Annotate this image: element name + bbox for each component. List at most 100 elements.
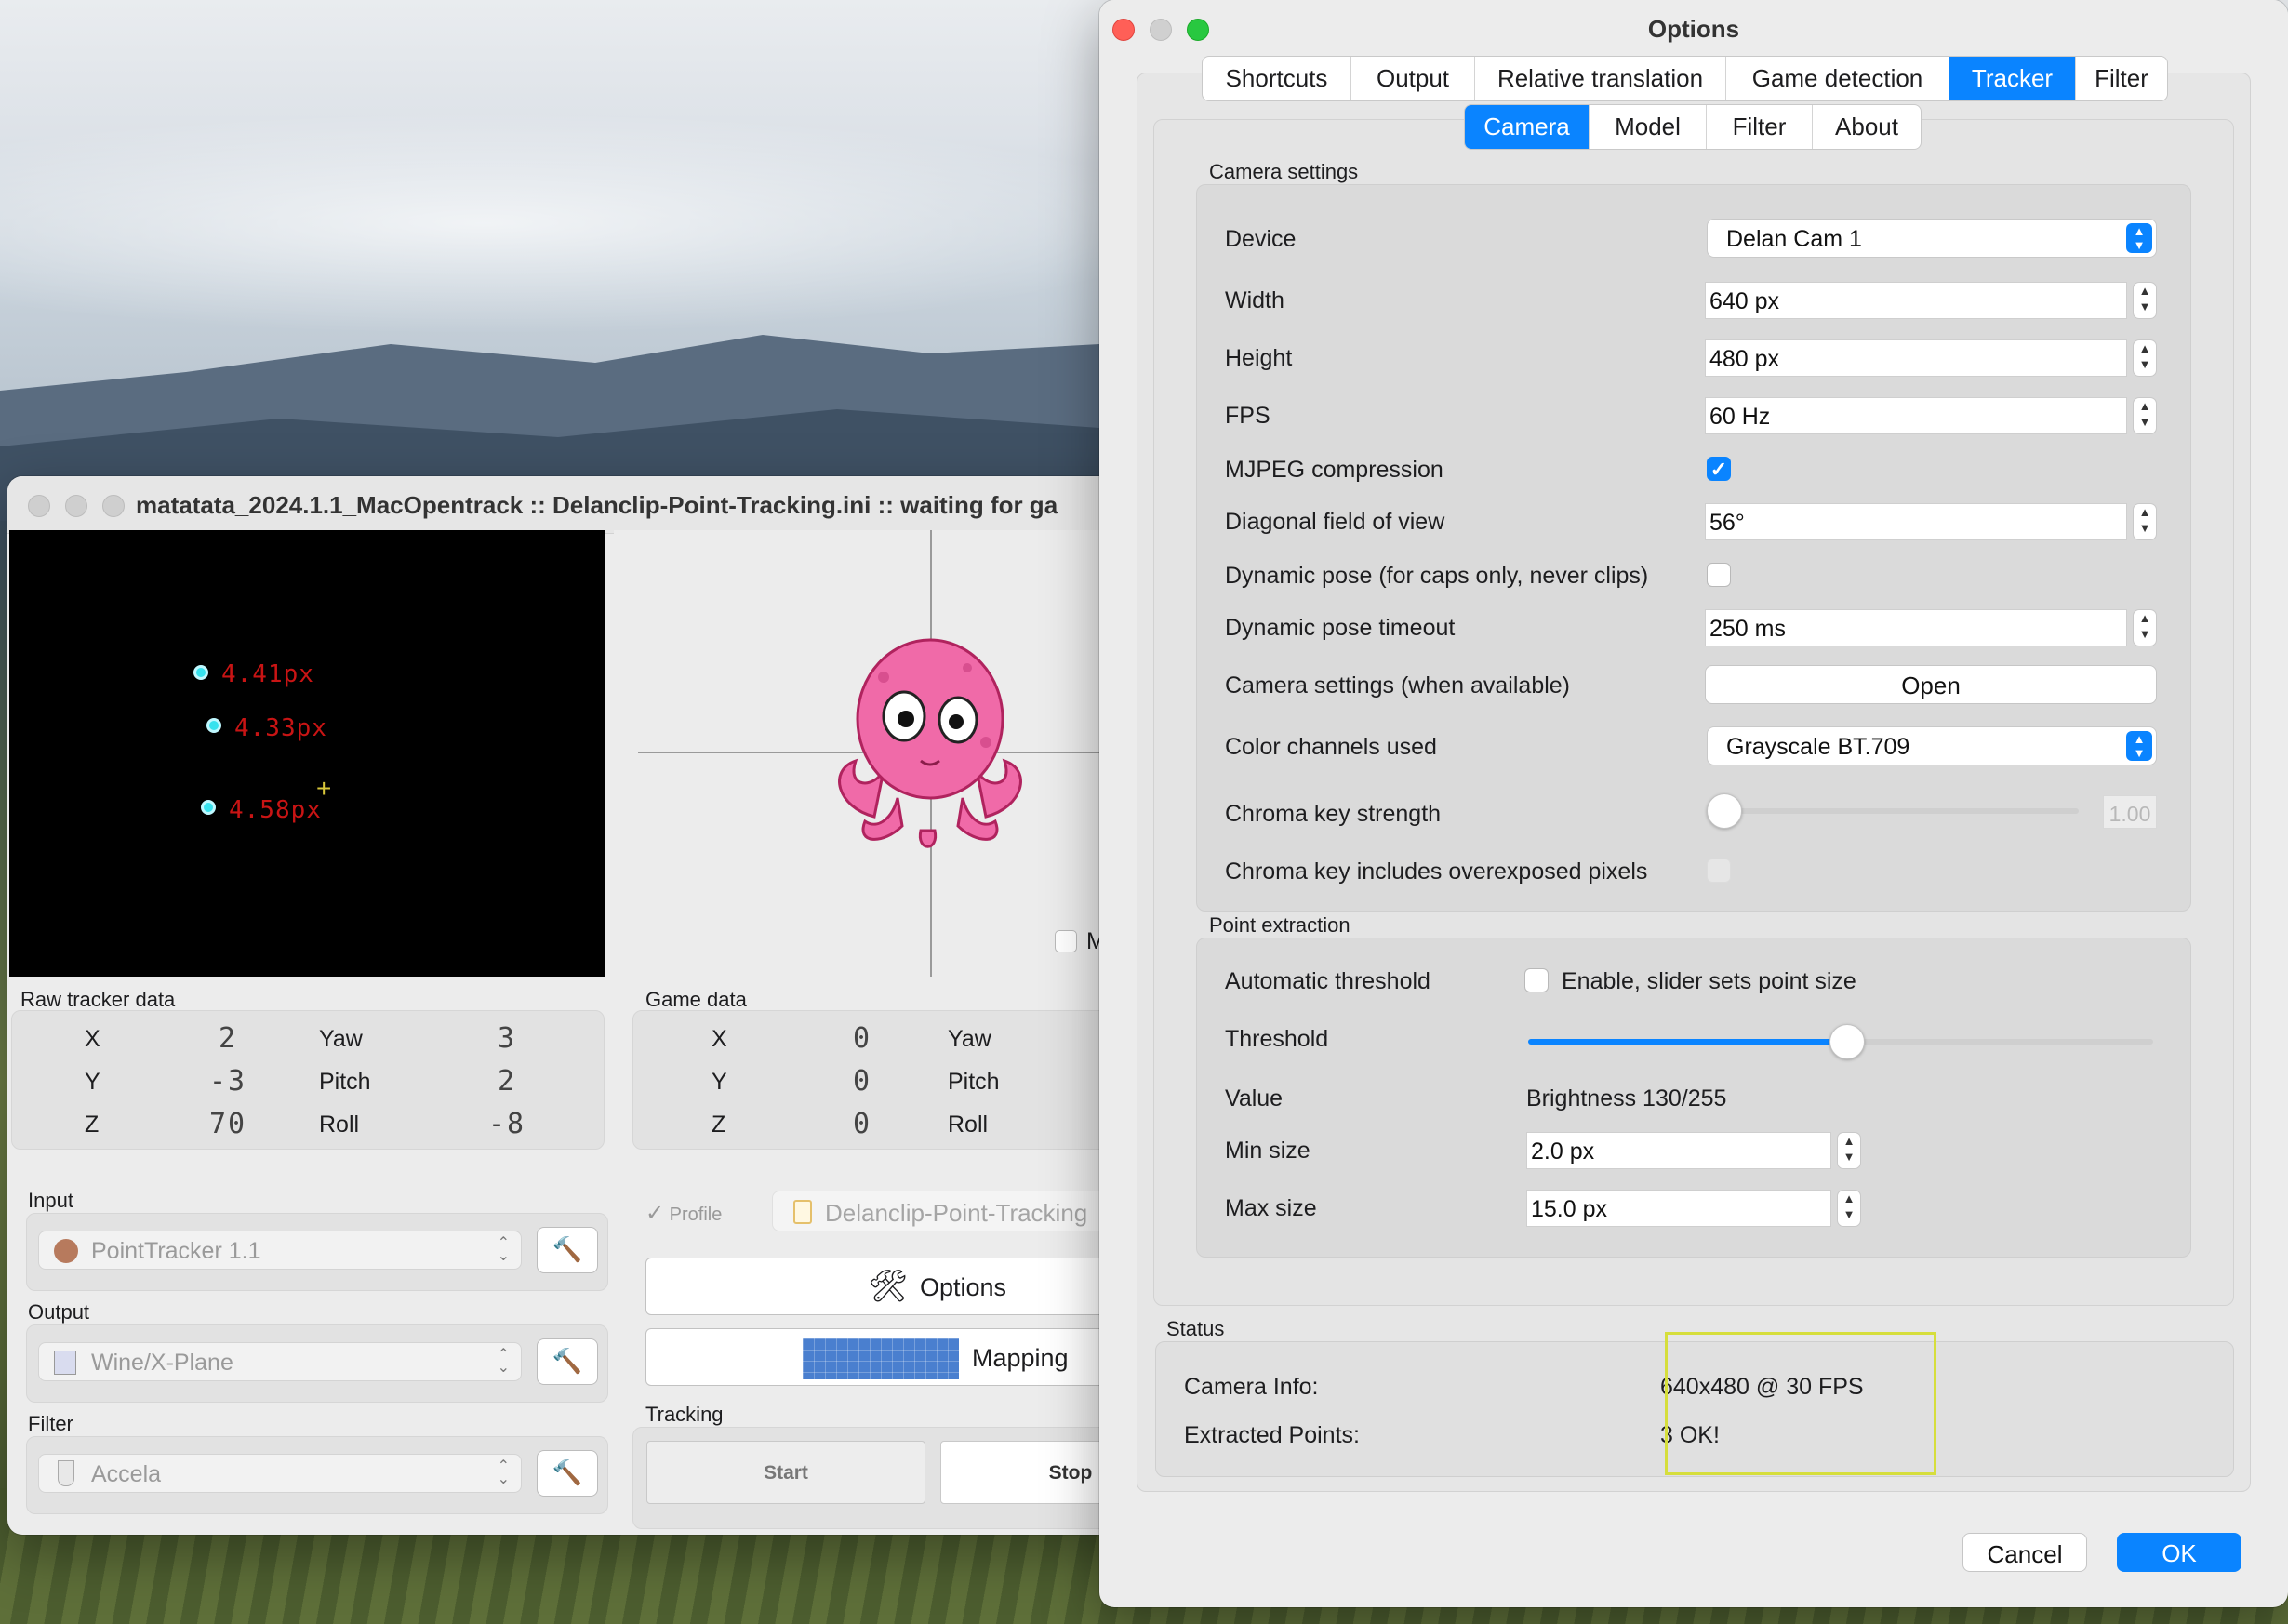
stepper-icon[interactable]: ▲ ▼ [2133, 397, 2157, 434]
output-settings-button[interactable]: 🔨 [537, 1338, 598, 1385]
height-spinbox[interactable]: 480 px ▲ ▼ [1705, 339, 2157, 377]
chevron-updown-icon: ▲ ▼ [2126, 223, 2152, 253]
height-input[interactable]: 480 px [1705, 339, 2127, 377]
input-label: Input [28, 1189, 73, 1212]
tracked-point-dot [193, 665, 208, 680]
min-size-spinbox[interactable]: 2.0 px ▲ ▼ [1526, 1132, 1861, 1169]
ok-button[interactable]: OK [2117, 1533, 2241, 1572]
camera-settings-group: Device Delan Cam 1 ▲ ▼ Width 640 px ▲ ▼ He… [1196, 184, 2191, 912]
raw-y-label: Y [85, 1069, 100, 1095]
output-protocol-select[interactable]: Wine/X-Plane ⌃ ⌄ [38, 1342, 522, 1381]
tab-game-detection[interactable]: Game detection [1726, 57, 1949, 100]
stepper-icon[interactable]: ▲ ▼ [2133, 339, 2157, 377]
profile-menu[interactable]: ✓ Profile [645, 1200, 722, 1227]
tracked-point-label: 4.58px [229, 796, 322, 824]
cancel-button[interactable]: Cancel [1962, 1533, 2087, 1572]
options-tabbar: Shortcuts Output Relative translation Ga… [1202, 56, 2168, 101]
threshold-slider-fill [1528, 1039, 1847, 1045]
device-value: Delan Cam 1 [1726, 226, 1862, 252]
mjpeg-checkbox[interactable]: ✓ [1707, 457, 1731, 481]
raw-yaw-label: Yaw [319, 1026, 363, 1052]
camera-settings-title: Camera settings [1209, 160, 1359, 183]
stepper-icon[interactable]: ▲ ▼ [1837, 1190, 1861, 1227]
game-y-value: 0 [853, 1065, 872, 1098]
start-tracking-button[interactable]: Start [646, 1441, 925, 1504]
chroma-key-slider-knob[interactable] [1707, 793, 1742, 829]
tracked-point-label: 4.33px [234, 714, 327, 742]
tab-filter[interactable]: Filter [2076, 57, 2167, 100]
raw-yaw-value: 3 [498, 1022, 517, 1055]
max-size-input[interactable]: 15.0 px [1526, 1190, 1831, 1227]
octopus-icon [838, 638, 1022, 848]
stepper-icon[interactable]: ▲ ▼ [2133, 503, 2157, 540]
stepper-icon[interactable]: ▲ ▼ [2133, 609, 2157, 646]
max-size-spinbox[interactable]: 15.0 px ▲ ▼ [1526, 1190, 1861, 1227]
tab-tracker[interactable]: Tracker [1949, 57, 2076, 100]
threshold-slider-knob[interactable] [1829, 1024, 1865, 1059]
color-channels-select[interactable]: Grayscale BT.709 ▲ ▼ [1707, 726, 2157, 765]
hammer-icon: 🔨 [552, 1235, 583, 1263]
zoom-window-button[interactable] [102, 495, 125, 517]
filter-value: Accela [91, 1461, 162, 1487]
stepper-icon[interactable]: ▲ ▼ [1837, 1132, 1861, 1169]
mirror-checkbox[interactable] [1055, 930, 1077, 952]
width-input[interactable]: 640 px [1705, 282, 2127, 319]
profile-value: Delanclip-Point-Tracking [825, 1199, 1088, 1227]
game-pitch-label: Pitch [948, 1069, 1000, 1095]
chroma-key-slider[interactable] [1707, 808, 2079, 814]
extracted-points-label: Extracted Points: [1184, 1422, 1360, 1448]
input-tracker-select[interactable]: PointTracker 1.1 ⌃ ⌄ [38, 1231, 522, 1270]
min-size-input[interactable]: 2.0 px [1526, 1132, 1831, 1169]
tab-shortcuts[interactable]: Shortcuts [1203, 57, 1351, 100]
document-icon [793, 1200, 812, 1224]
fps-label: FPS [1225, 403, 1270, 429]
close-window-button[interactable] [28, 495, 50, 517]
options-window-title: Options [1647, 15, 1740, 43]
minimize-window-button[interactable] [65, 495, 87, 517]
device-select[interactable]: Delan Cam 1 ▲ ▼ [1707, 219, 2157, 258]
tab-relative-translation[interactable]: Relative translation [1475, 57, 1726, 100]
chevron-down-icon: ✓ [645, 1201, 665, 1226]
fov-input[interactable]: 56° [1705, 503, 2127, 540]
filter-settings-button[interactable]: 🔨 [537, 1450, 598, 1497]
input-group: PointTracker 1.1 ⌃ ⌄ 🔨 [26, 1213, 608, 1291]
raw-z-value: 70 [209, 1108, 247, 1140]
game-data-group: X 0 Yaw Y 0 Pitch Z 0 Roll [632, 1010, 1179, 1150]
tracker-icon [54, 1239, 78, 1263]
filter-select[interactable]: Accela ⌃ ⌄ [38, 1454, 522, 1493]
filter-label: Filter [28, 1412, 73, 1435]
raw-roll-value: -8 [488, 1108, 526, 1140]
subtab-about[interactable]: About [1813, 105, 1921, 149]
subtab-camera[interactable]: Camera [1465, 105, 1590, 149]
raw-roll-label: Roll [319, 1112, 360, 1138]
device-label: Device [1225, 226, 1297, 252]
tab-output[interactable]: Output [1351, 57, 1475, 100]
subtab-filter[interactable]: Filter [1707, 105, 1813, 149]
dynamic-pose-checkbox[interactable] [1707, 563, 1731, 587]
fps-input[interactable]: 60 Hz [1705, 397, 2127, 434]
status-title: Status [1166, 1317, 1225, 1340]
tracking-label: Tracking [645, 1403, 724, 1426]
input-settings-button[interactable]: 🔨 [537, 1227, 598, 1273]
hammer-icon: 🔨 [552, 1458, 583, 1486]
raw-x-label: X [85, 1026, 100, 1052]
main-titlebar: matatata_2024.1.1_MacOpentrack :: Delanc… [7, 476, 1179, 534]
raw-pitch-label: Pitch [319, 1069, 371, 1095]
width-spinbox[interactable]: 640 px ▲ ▼ [1705, 282, 2157, 319]
output-protocol-value: Wine/X-Plane [91, 1350, 233, 1376]
auto-threshold-checkbox[interactable] [1524, 968, 1549, 992]
fov-spinbox[interactable]: 56° ▲ ▼ [1705, 503, 2157, 540]
input-tracker-value: PointTracker 1.1 [91, 1238, 261, 1264]
options-button-label: Options [920, 1273, 1007, 1301]
dynamic-pose-timeout-input[interactable]: 250 ms [1705, 609, 2127, 646]
open-camera-settings-button[interactable]: Open [1705, 665, 2157, 704]
raw-pitch-value: 2 [498, 1065, 517, 1098]
subtab-model[interactable]: Model [1590, 105, 1707, 149]
stepper-icon[interactable]: ▲ ▼ [2133, 282, 2157, 319]
raw-tracker-data-group: X 2 Yaw 3 Y -3 Pitch 2 Z 70 Roll -8 [11, 1010, 605, 1150]
width-label: Width [1225, 287, 1284, 313]
game-roll-label: Roll [948, 1112, 989, 1138]
profile-label: Profile [669, 1205, 723, 1225]
dynamic-pose-timeout-spinbox[interactable]: 250 ms ▲ ▼ [1705, 609, 2157, 646]
fps-spinbox[interactable]: 60 Hz ▲ ▼ [1705, 397, 2157, 434]
